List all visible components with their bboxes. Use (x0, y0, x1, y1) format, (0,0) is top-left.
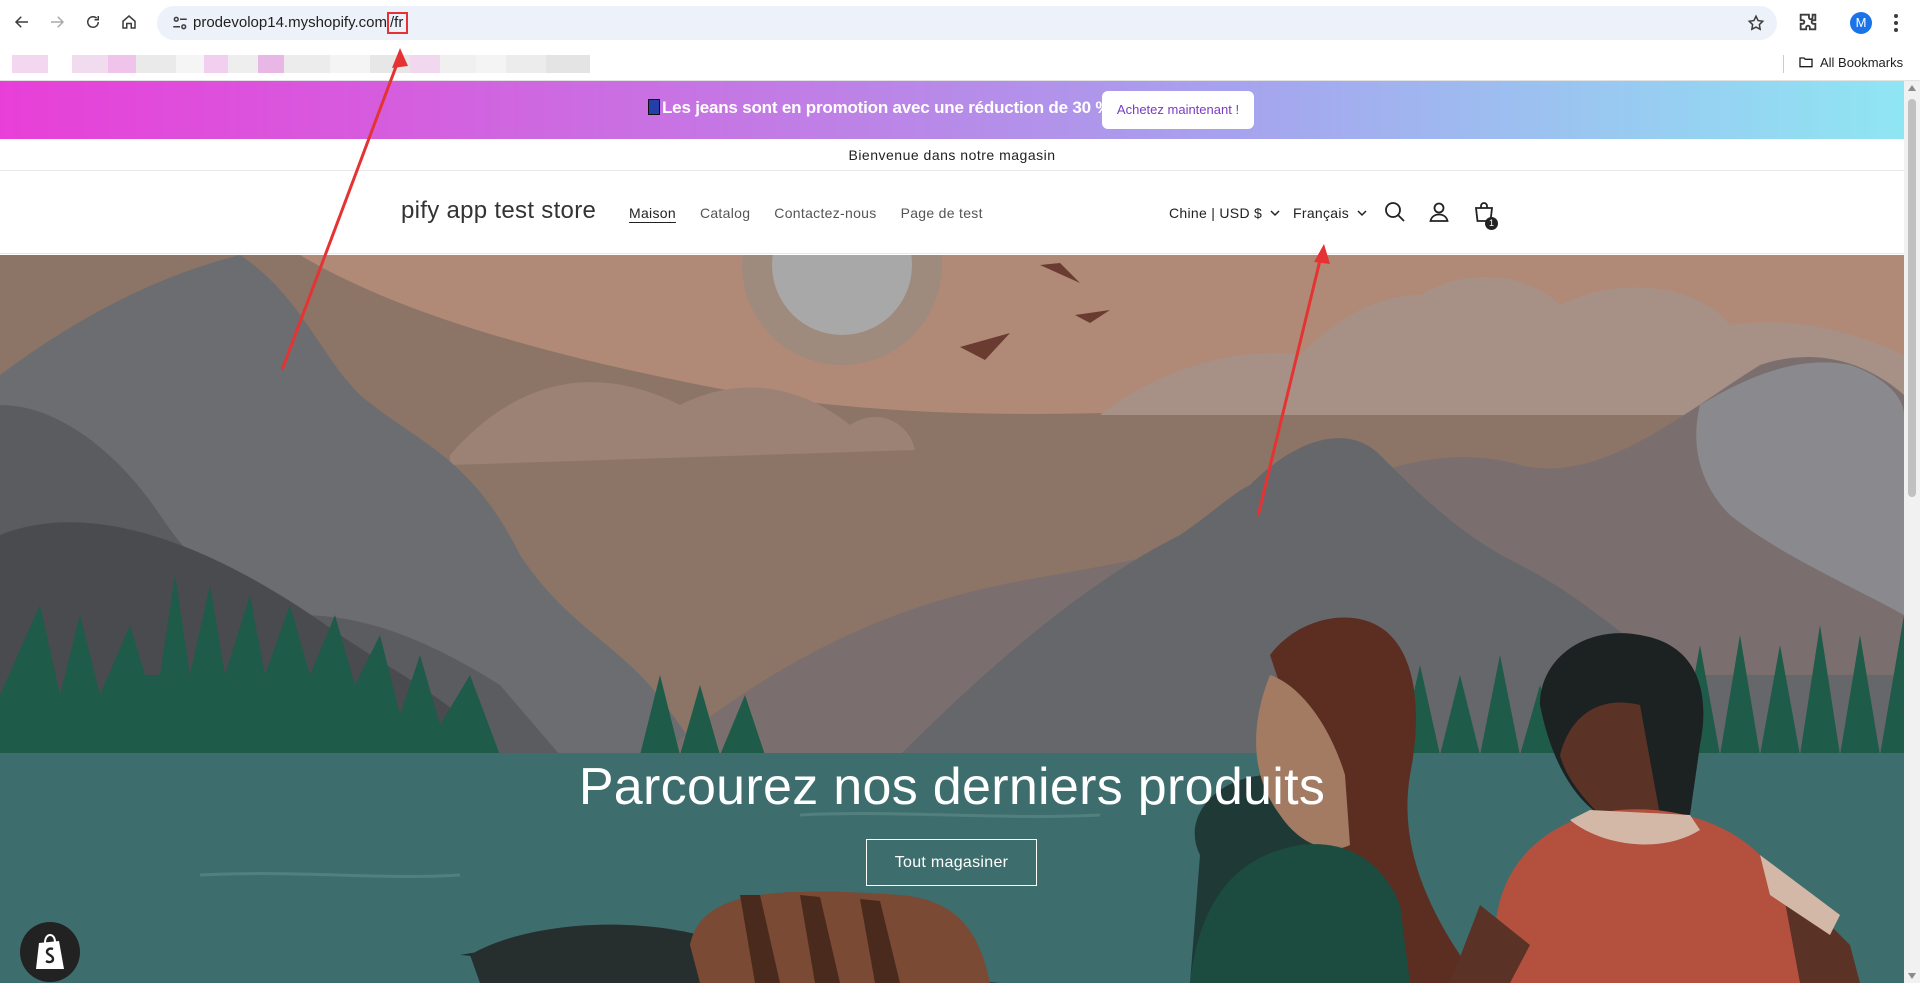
extensions-icon[interactable] (1797, 11, 1819, 33)
chevron-down-icon (1270, 210, 1280, 217)
url-base: prodevolop14.myshopify.com (193, 14, 387, 31)
hero-banner: Parcourez nos derniers produits Tout mag… (0, 255, 1904, 983)
folder-icon (1799, 57, 1813, 68)
browser-menu-icon[interactable] (1889, 12, 1903, 34)
welcome-bar: Bienvenue dans notre magasin (0, 139, 1904, 171)
shopify-logo-icon (36, 933, 64, 969)
back-icon[interactable] (10, 10, 34, 34)
promo-message: Les jeans sont en promotion avec une réd… (662, 98, 1121, 117)
nav-item-catalog[interactable]: Catalog (700, 205, 750, 221)
home-icon[interactable] (117, 10, 141, 34)
language-selector-label: Français (1293, 205, 1350, 221)
bookmarks-bar: All Bookmarks (0, 45, 1920, 81)
nav-item-test-page[interactable]: Page de test (901, 205, 983, 221)
url-path-highlight: /fr (387, 12, 409, 34)
browser-toolbar: prodevolop14.myshopify.com/fr M (0, 0, 1920, 45)
bookmarks-separator (1783, 55, 1784, 73)
blurred-bookmarks (12, 55, 592, 73)
profile-avatar[interactable]: M (1850, 12, 1872, 34)
all-bookmarks-label: All Bookmarks (1820, 54, 1904, 70)
country-selector[interactable]: Chine | USD $ (1169, 205, 1280, 221)
hero-title: Parcourez nos derniers produits (578, 758, 1326, 816)
promo-shop-now-button[interactable]: Achetez maintenant ! (1102, 91, 1254, 129)
cart-count-badge: 1 (1485, 217, 1498, 230)
main-nav: Maison Catalog Contactez-nous Page de te… (629, 205, 983, 221)
flag-icon (648, 99, 660, 115)
address-bar[interactable]: prodevolop14.myshopify.com/fr (157, 6, 1777, 40)
nav-item-contact[interactable]: Contactez-nous (774, 205, 876, 221)
store-page: Les jeans sont en promotion avec une réd… (0, 81, 1904, 983)
site-info-icon[interactable] (171, 14, 189, 32)
store-logo[interactable]: pify app test store (401, 197, 596, 225)
shop-all-button[interactable]: Tout magasiner (866, 839, 1037, 886)
store-header: pify app test store Maison Catalog Conta… (0, 171, 1904, 254)
scroll-up-icon[interactable] (1908, 85, 1916, 91)
nav-item-maison[interactable]: Maison (629, 205, 676, 221)
page-scrollbar[interactable] (1904, 81, 1920, 983)
reload-icon[interactable] (81, 10, 105, 34)
browser-chrome: prodevolop14.myshopify.com/fr M All Book… (0, 0, 1920, 81)
forward-icon[interactable] (45, 10, 69, 34)
shopify-bag-icon[interactable] (20, 922, 80, 982)
scroll-thumb[interactable] (1908, 99, 1916, 497)
all-bookmarks-button[interactable]: All Bookmarks (1798, 54, 1903, 70)
promo-text: Les jeans sont en promotion avec une réd… (648, 98, 1120, 118)
country-selector-label: Chine | USD $ (1169, 205, 1263, 221)
scroll-down-icon[interactable] (1908, 973, 1916, 979)
url-text[interactable]: prodevolop14.myshopify.com/fr (193, 12, 409, 34)
language-selector[interactable]: Français (1293, 205, 1367, 221)
bookmark-star-icon[interactable] (1747, 14, 1765, 32)
chevron-down-icon (1357, 210, 1367, 217)
promo-banner: Les jeans sont en promotion avec une réd… (0, 81, 1904, 139)
account-icon[interactable] (1427, 200, 1451, 224)
search-icon[interactable] (1383, 200, 1407, 224)
